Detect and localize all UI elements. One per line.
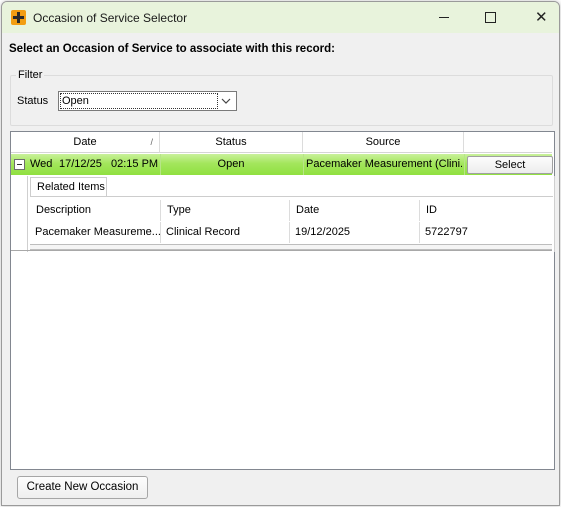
column-header-date-label: Date xyxy=(73,136,97,148)
column-header-status[interactable]: Status xyxy=(160,132,303,153)
cell-divider xyxy=(303,154,304,175)
tab-related-items[interactable]: Related Items xyxy=(30,177,107,196)
occasion-row[interactable]: Wed 17/12/25 02:15 PM Open Pacemaker Mea… xyxy=(11,154,553,175)
close-button[interactable]: ✕ xyxy=(513,2,559,33)
select-button[interactable]: Select xyxy=(467,156,553,174)
maximize-button[interactable] xyxy=(467,2,513,33)
related-id[interactable]: 5722797 xyxy=(420,222,552,243)
minus-icon xyxy=(17,164,22,165)
related-items-panel: Related Items Description Type Date ID P… xyxy=(27,176,555,252)
app-plus-icon xyxy=(11,10,26,25)
status-label: Status xyxy=(17,95,49,107)
title-bar[interactable]: Occasion of Service Selector ✕ xyxy=(2,2,559,33)
column-header-status-label: Status xyxy=(215,136,247,148)
tab-divider xyxy=(30,196,553,197)
column-header-action xyxy=(464,132,552,153)
dialog-window: Occasion of Service Selector ✕ Select an… xyxy=(1,1,560,506)
sort-indicator-icon: / xyxy=(150,137,153,147)
detail-divider xyxy=(11,250,552,251)
related-header-type[interactable]: Type xyxy=(161,200,290,221)
maximize-icon xyxy=(485,12,496,23)
chevron-down-icon xyxy=(221,98,231,104)
column-header-source[interactable]: Source xyxy=(303,132,464,153)
filter-legend: Filter xyxy=(16,69,45,81)
related-date[interactable]: 19/12/2025 xyxy=(290,222,420,243)
column-header-source-label: Source xyxy=(365,136,401,148)
occasion-source: Pacemaker Measurement (Clini... xyxy=(306,158,462,170)
occasion-day: Wed xyxy=(30,158,53,170)
occasion-status: Open xyxy=(217,158,245,170)
related-description[interactable]: Pacemaker Measureme... xyxy=(30,222,161,243)
related-header-id[interactable]: ID xyxy=(420,200,552,221)
status-dropdown[interactable]: Open xyxy=(58,91,237,111)
related-header-date[interactable]: Date xyxy=(290,200,420,221)
minimize-button[interactable] xyxy=(421,2,467,33)
status-dropdown-value: Open xyxy=(60,93,218,109)
window-title: Occasion of Service Selector xyxy=(33,11,188,25)
instruction-text: Select an Occasion of Service to associa… xyxy=(9,43,335,55)
column-header-date[interactable]: Date / xyxy=(11,132,160,153)
occasion-time: 02:15 PM xyxy=(111,158,159,170)
cell-divider xyxy=(464,154,465,175)
create-new-occasion-button[interactable]: Create New Occasion xyxy=(17,476,148,499)
occasions-grid: Date / Status Source Wed 17/12/25 02:15 … xyxy=(10,131,555,470)
related-header-description[interactable]: Description xyxy=(30,200,161,221)
related-type[interactable]: Clinical Record xyxy=(161,222,290,243)
minimize-icon xyxy=(439,17,449,18)
collapse-row-button[interactable] xyxy=(14,159,25,170)
close-icon: ✕ xyxy=(535,8,548,26)
occasion-date: 17/12/25 xyxy=(59,158,102,170)
